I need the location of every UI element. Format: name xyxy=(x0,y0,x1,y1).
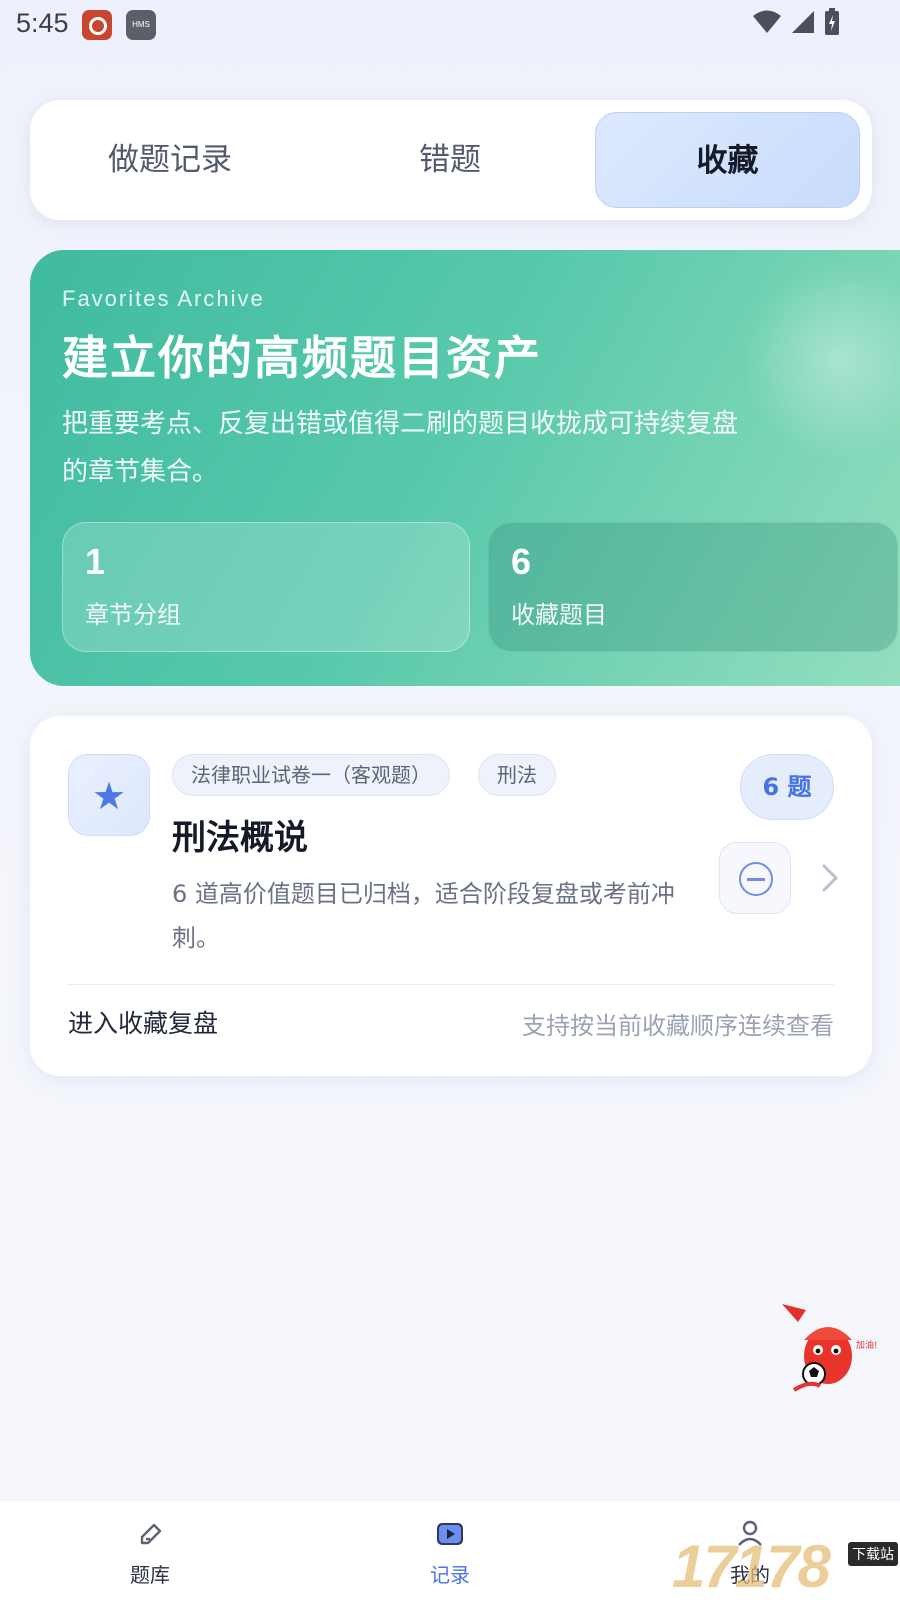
enter-review-link[interactable]: 进入收藏复盘 xyxy=(68,1004,218,1040)
watermark-badge: 下载站 xyxy=(848,1542,898,1566)
notification-app-icon xyxy=(82,10,112,40)
stat-value: 6 xyxy=(511,541,532,582)
tab-favorites[interactable]: 收藏 xyxy=(595,112,860,208)
hero-eyebrow: Favorites Archive xyxy=(62,286,265,311)
mascot-icon[interactable]: 加油! xyxy=(780,1300,880,1400)
tab-practice-record[interactable]: 做题记录 xyxy=(70,112,270,208)
nav-label: 题库 xyxy=(130,1563,170,1587)
stat-value: 1 xyxy=(85,541,106,582)
divider xyxy=(68,984,834,985)
tab-wrong-questions[interactable]: 错题 xyxy=(350,112,550,208)
pencil-icon xyxy=(140,1523,162,1545)
status-icons xyxy=(752,8,840,36)
signal-icon xyxy=(792,11,814,33)
chevron-right-icon[interactable] xyxy=(810,856,850,900)
stat-chapter-groups: 1 章节分组 xyxy=(62,522,470,652)
nav-question-bank[interactable]: 题库 xyxy=(70,1501,230,1600)
favorites-hero-banner: Favorites Archive 建立你的高频题目资产 把重要考点、反复出错或… xyxy=(30,250,900,686)
battery-icon xyxy=(825,8,839,35)
question-count-badge: 6 题 xyxy=(740,754,834,820)
status-bar: 5:45 HMS xyxy=(0,0,900,50)
record-tabs: 做题记录 错题 收藏 xyxy=(30,100,872,220)
svg-text:加油!: 加油! xyxy=(856,1339,878,1351)
chapter-title: 刑法概说 xyxy=(172,818,308,858)
remove-favorite-button[interactable] xyxy=(719,842,791,914)
hero-glow xyxy=(740,260,900,460)
play-record-icon xyxy=(437,1523,463,1545)
hero-description: 把重要考点、反复出错或值得二刷的题目收拢成可持续复盘的章节集合。 xyxy=(62,409,739,487)
status-time: 5:45 xyxy=(16,8,69,38)
hero-title: 建立你的高频题目资产 xyxy=(62,331,542,385)
chapter-description: 6 道高价值题目已归档，适合阶段复盘或考前冲刺。 xyxy=(172,880,675,952)
watermark-text: 17178 xyxy=(672,1533,831,1600)
wifi-icon xyxy=(753,10,781,33)
star-icon: ★ xyxy=(68,754,150,836)
favorite-chapter-card[interactable]: ★ 法律职业试卷一（客观题） 刑法 6 题 刑法概说 6 道高价值题目已归档，适… xyxy=(30,716,872,1076)
stat-label: 收藏题目 xyxy=(511,601,607,629)
stat-favorite-questions: 6 收藏题目 xyxy=(488,522,898,652)
hms-icon: HMS xyxy=(126,10,156,40)
stat-label: 章节分组 xyxy=(85,601,181,629)
watermark-logo: 17178 下载站 xyxy=(672,1532,900,1600)
subject-tag: 刑法 xyxy=(478,754,556,796)
nav-label: 记录 xyxy=(430,1563,470,1587)
exam-tag: 法律职业试卷一（客观题） xyxy=(172,754,450,796)
nav-records[interactable]: 记录 xyxy=(370,1501,530,1600)
review-hint: 支持按当前收藏顺序连续查看 xyxy=(522,1012,834,1040)
